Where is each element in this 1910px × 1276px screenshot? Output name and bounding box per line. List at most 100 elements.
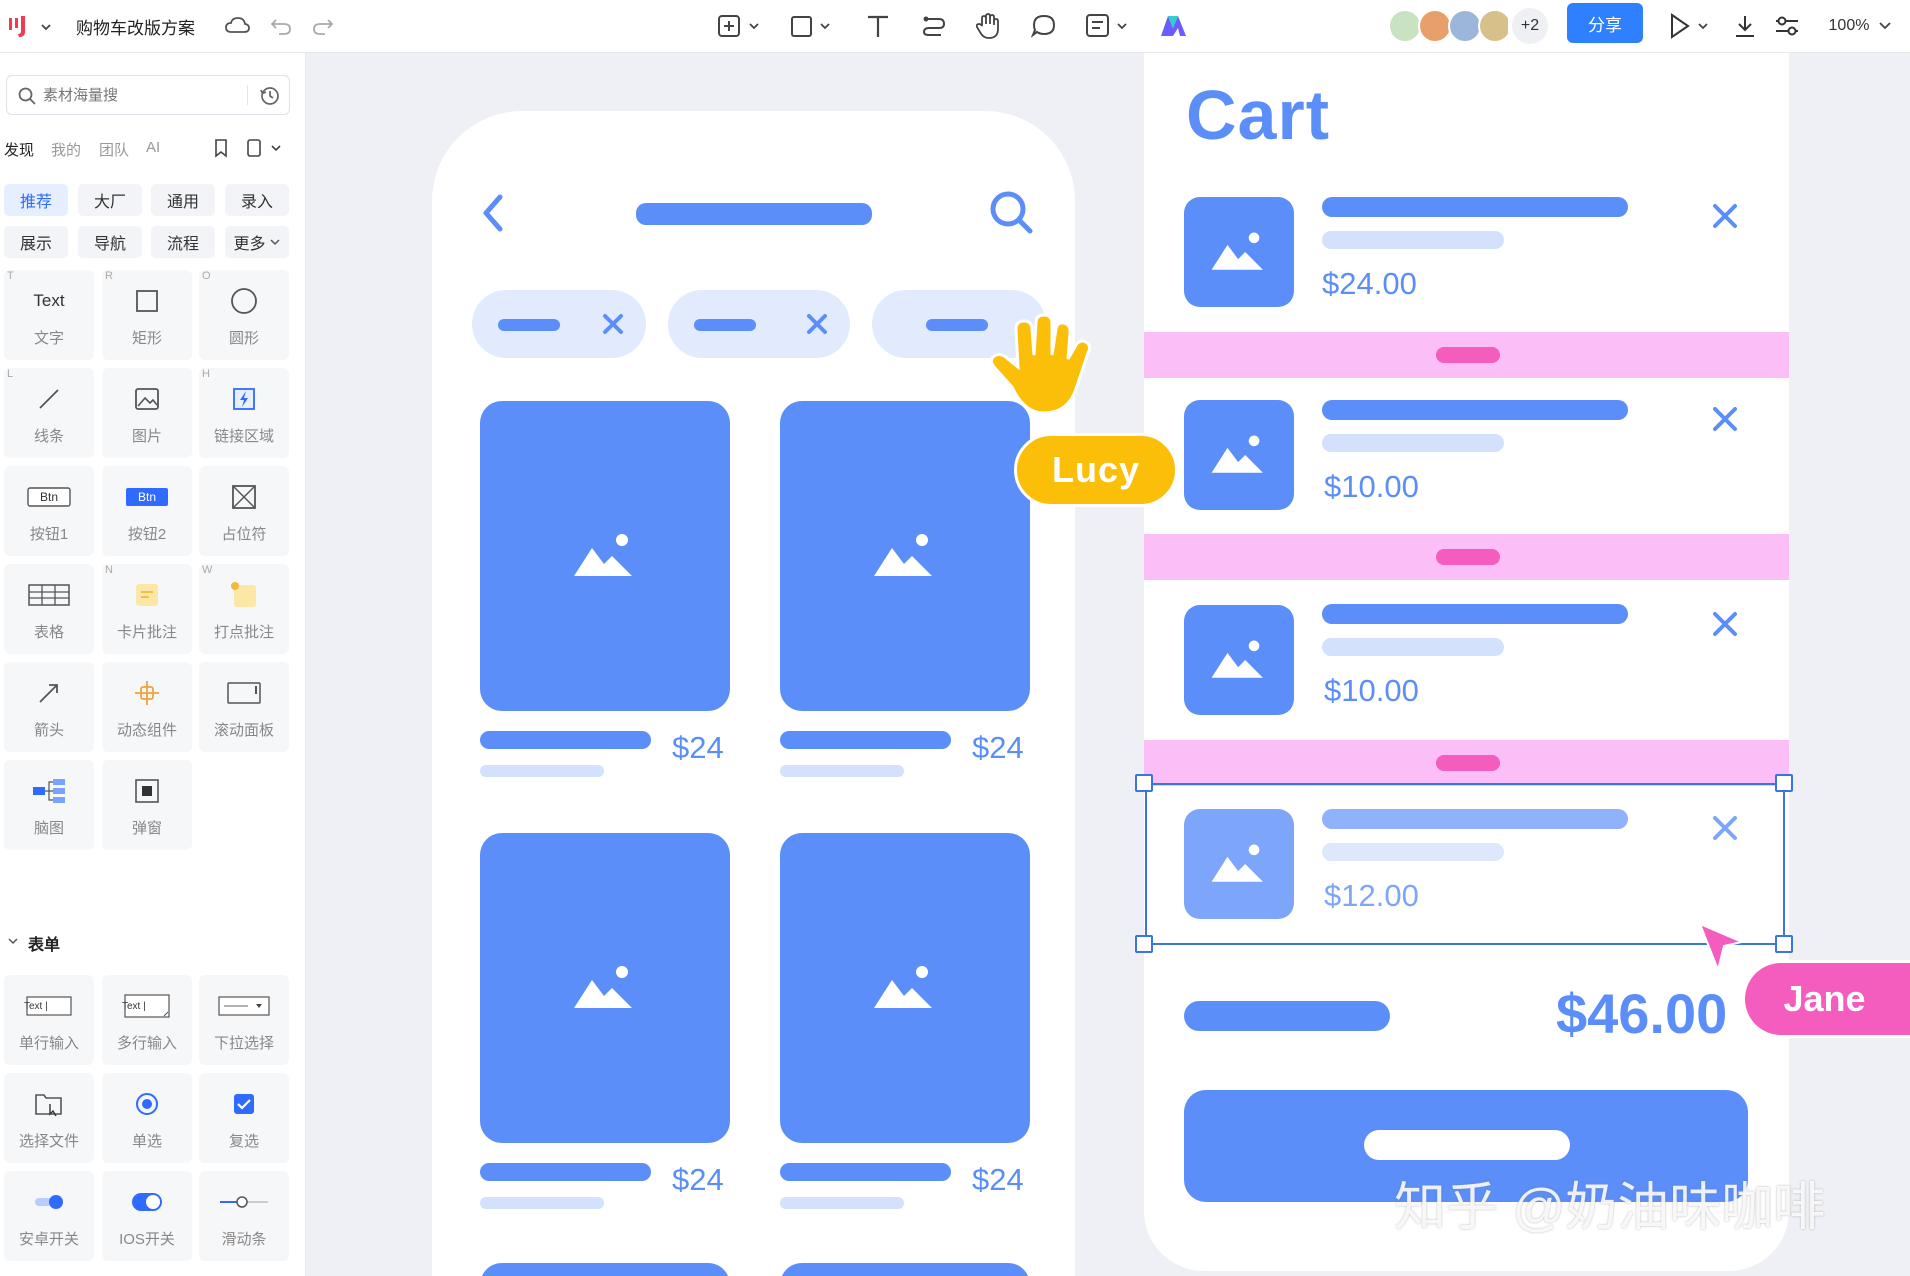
component-ios-switch[interactable]: IOS开关: [102, 1171, 192, 1261]
component-mindmap[interactable]: 脑图: [4, 760, 94, 850]
product-image[interactable]: [780, 1263, 1030, 1276]
undo-icon[interactable]: [266, 12, 296, 40]
design-canvas[interactable]: $24 $24 $24 $24 Cart $24.00 $10.00 $10.0…: [306, 53, 1910, 1276]
cart-item-name-placeholder: [1322, 604, 1628, 624]
chip-recommend[interactable]: 推荐: [4, 184, 68, 216]
component-single-input[interactable]: Text | 单行输入: [4, 975, 94, 1065]
component-card-note[interactable]: N 卡片批注: [102, 564, 192, 654]
play-preview-icon[interactable]: [1664, 10, 1714, 42]
component-table[interactable]: 表格: [4, 564, 94, 654]
remove-item-icon[interactable]: [1710, 201, 1740, 231]
rectangle-icon: [102, 282, 192, 320]
collapse-form-icon[interactable]: [6, 935, 20, 947]
resize-handle[interactable]: [1775, 935, 1793, 953]
product-image[interactable]: [480, 833, 730, 1143]
component-scroll-panel[interactable]: 滚动面板: [199, 662, 289, 752]
component-link-area[interactable]: H 链接区域: [199, 368, 289, 458]
spacing-indicator: [1144, 534, 1789, 580]
component-dot-note[interactable]: W 打点批注: [199, 564, 289, 654]
component-rectangle[interactable]: R 矩形: [102, 270, 192, 360]
text-tool-icon[interactable]: [862, 10, 894, 42]
rectangle-tool-icon[interactable]: [788, 10, 836, 42]
bookmark-icon[interactable]: [212, 138, 230, 158]
component-circle[interactable]: O 圆形: [199, 270, 289, 360]
watermark-text: 知乎 @奶油味咖啡: [1394, 1179, 1826, 1237]
component-slider[interactable]: 滑动条: [199, 1171, 289, 1261]
note-tool-icon[interactable]: [1084, 10, 1132, 42]
component-text[interactable]: T Text 文字: [4, 270, 94, 360]
share-button[interactable]: 分享: [1567, 3, 1643, 43]
redo-icon[interactable]: [308, 12, 338, 40]
hand-tool-icon[interactable]: [972, 10, 1004, 42]
component-image[interactable]: 图片: [102, 368, 192, 458]
close-icon[interactable]: [600, 311, 626, 337]
chip-flow[interactable]: 流程: [151, 226, 215, 258]
zoom-level[interactable]: 100%: [1822, 10, 1902, 42]
component-radio[interactable]: 单选: [102, 1073, 192, 1163]
product-name-placeholder: [780, 731, 951, 749]
product-image[interactable]: [780, 401, 1030, 711]
cart-item-image[interactable]: [1184, 197, 1294, 307]
material-search-field[interactable]: [6, 75, 290, 115]
product-image[interactable]: [780, 833, 1030, 1143]
remove-item-icon[interactable]: [1710, 404, 1740, 434]
product-desc-placeholder: [780, 1197, 904, 1209]
selection-box[interactable]: [1145, 783, 1785, 945]
device-select-icon[interactable]: [246, 138, 288, 158]
chip-display[interactable]: 展示: [4, 226, 68, 258]
component-modal[interactable]: 弹窗: [102, 760, 192, 850]
cloud-sync-icon[interactable]: [222, 12, 252, 40]
sidebar-tab-team[interactable]: 团队: [99, 139, 129, 160]
component-android-switch[interactable]: 安卓开关: [4, 1171, 94, 1261]
sidebar-tab-discover[interactable]: 发现: [4, 139, 34, 160]
history-icon[interactable]: [259, 85, 281, 107]
shortcut-key: H: [202, 368, 210, 380]
chip-general[interactable]: 通用: [151, 184, 215, 216]
chip-input[interactable]: 录入: [225, 184, 289, 216]
component-dropdown[interactable]: 下拉选择: [199, 975, 289, 1065]
component-label: 弹窗: [131, 820, 162, 837]
filter-tag[interactable]: [668, 290, 850, 358]
component-button-filled[interactable]: Btn 按钮2: [102, 466, 192, 556]
chip-big-companies[interactable]: 大厂: [78, 184, 142, 216]
hand-cursor-icon: [989, 313, 1092, 415]
sidebar-tab-mine[interactable]: 我的: [51, 139, 81, 160]
sidebar-tab-ai[interactable]: AI: [146, 139, 160, 156]
more-collaborators-badge[interactable]: +2: [1512, 8, 1548, 44]
component-placeholder[interactable]: 占位符: [199, 466, 289, 556]
product-image[interactable]: [480, 1263, 730, 1276]
component-dynamic-component[interactable]: 动态组件: [102, 662, 192, 752]
component-arrow[interactable]: 箭头: [4, 662, 94, 752]
comment-tool-icon[interactable]: [1028, 10, 1060, 42]
component-checkbox[interactable]: 复选: [199, 1073, 289, 1163]
resize-handle[interactable]: [1135, 935, 1153, 953]
component-button-outline[interactable]: Btn 按钮1: [4, 466, 94, 556]
image-icon: [574, 966, 632, 1008]
product-image[interactable]: [480, 401, 730, 711]
search-input[interactable]: [43, 84, 243, 106]
remove-item-icon[interactable]: [1710, 609, 1740, 639]
insert-frame-icon[interactable]: [716, 10, 764, 42]
component-multi-input[interactable]: Text | 多行输入: [102, 975, 192, 1065]
connector-tool-icon[interactable]: [918, 10, 950, 42]
resize-handle[interactable]: [1775, 774, 1793, 792]
search-icon[interactable]: [988, 189, 1034, 235]
image-icon: [874, 534, 932, 576]
document-title[interactable]: 购物车改版方案: [76, 12, 195, 40]
chip-navigation[interactable]: 导航: [78, 226, 142, 258]
filter-tag[interactable]: [472, 290, 646, 358]
chip-more[interactable]: 更多: [225, 226, 289, 258]
resize-handle[interactable]: [1135, 774, 1153, 792]
app-logo-menu[interactable]: [6, 10, 54, 42]
component-file-select[interactable]: 选择文件: [4, 1073, 94, 1163]
cart-item-image[interactable]: [1184, 400, 1294, 510]
download-icon[interactable]: [1730, 10, 1760, 42]
ai-tool-icon[interactable]: [1156, 10, 1192, 42]
cart-item-price: $24.00: [1322, 266, 1417, 301]
component-line[interactable]: L 线条: [4, 368, 94, 458]
cart-item-image[interactable]: [1184, 605, 1294, 715]
text-glyph: Text: [33, 291, 65, 310]
close-icon[interactable]: [804, 311, 830, 337]
settings-sliders-icon[interactable]: [1772, 10, 1802, 42]
back-chevron-icon[interactable]: [478, 191, 508, 235]
